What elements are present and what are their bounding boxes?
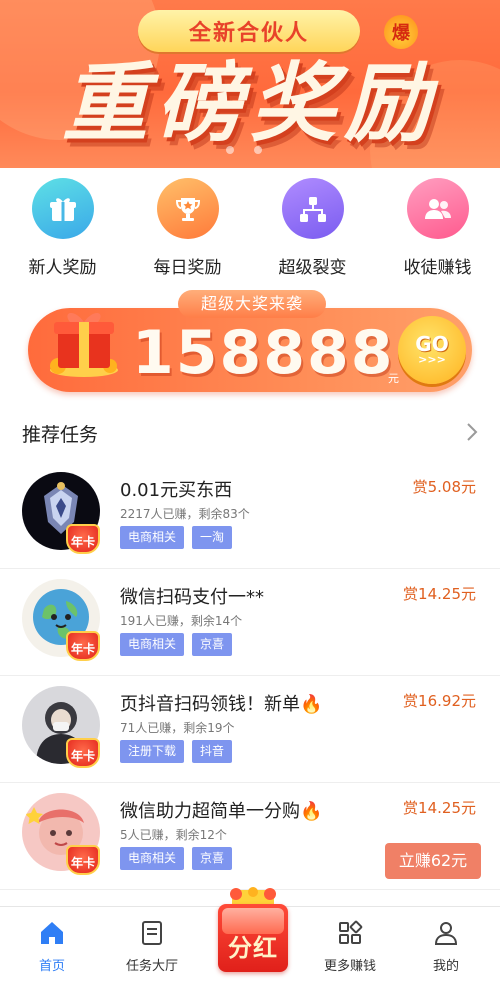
tab-home[interactable]: 首页 (12, 919, 92, 974)
tab-label: 我的 (432, 959, 459, 974)
annual-card-badge: 年卡 (66, 524, 100, 554)
task-tag: 抖音 (192, 740, 233, 763)
section-title: 推荐任务 (22, 424, 99, 446)
task-meta: 71人已赚，剩余19个 (120, 721, 235, 735)
home-icon (41, 922, 63, 944)
annual-card-badge: 年卡 (66, 631, 100, 661)
annual-card-badge: 年卡 (66, 738, 100, 768)
network-icon (281, 178, 344, 239)
quick-item-apprentice[interactable]: 收徒赚钱 (375, 178, 500, 278)
annual-card-badge: 年卡 (66, 845, 100, 875)
jackpot-unit: 元 (388, 372, 399, 385)
task-tags: 电商相关 一淘 (120, 526, 233, 549)
quick-item-daily[interactable]: 每日奖励 (125, 178, 250, 278)
banner-title: 重磅奖励 (62, 54, 438, 154)
task-title: 微信助力超简单一分购🔥 (120, 801, 323, 822)
top-banner[interactable]: 全新合伙人 爆 重磅奖励 (0, 0, 500, 168)
task-meta: 191人已赚，剩余14个 (120, 614, 243, 628)
task-tag: 电商相关 (120, 526, 185, 549)
task-tag: 注册下载 (120, 740, 185, 763)
carousel-dot[interactable] (226, 146, 234, 154)
hot-badge: 爆 (384, 15, 418, 49)
go-arrows: >>> (418, 353, 446, 366)
dividend-button[interactable]: 分红 (218, 884, 288, 974)
users-icon (406, 178, 469, 239)
task-row[interactable]: 年卡 微信扫码支付一** 191人已赚，剩余14个 电商相关 京喜 赏14.25… (0, 569, 500, 676)
go-label: GO (415, 332, 449, 356)
quick-actions: 新人奖励 每日奖励 超级裂变 收徒赚钱 (0, 178, 500, 278)
quick-item-newcomer[interactable]: 新人奖励 (0, 178, 125, 278)
carousel-dot[interactable] (254, 146, 262, 154)
task-reward: 赏5.08元 (412, 478, 476, 496)
quick-label: 收徒赚钱 (403, 258, 472, 278)
user-icon (434, 922, 458, 945)
chevron-right-icon[interactable] (462, 420, 482, 444)
document-icon (142, 921, 162, 945)
task-reward: 赏14.25元 (403, 799, 476, 817)
jackpot-tag: 超级大奖来袭 (178, 290, 326, 318)
task-title: 页抖音扫码领钱！新单🔥 (120, 694, 323, 715)
task-title: 0.01元买东西 (120, 480, 233, 501)
task-meta: 5人已赚，剩余12个 (120, 828, 227, 842)
task-tags: 注册下载 抖音 (120, 740, 233, 763)
quick-label: 超级裂变 (278, 258, 347, 278)
banner-pill: 全新合伙人 (138, 10, 360, 52)
tab-label: 任务大厅 (125, 959, 178, 974)
tab-more-earn[interactable]: 更多赚钱 (310, 919, 390, 974)
gift-icon (31, 178, 94, 239)
task-tag: 电商相关 (120, 633, 185, 656)
task-tags: 电商相关 京喜 (120, 847, 233, 870)
tab-me[interactable]: 我的 (406, 919, 486, 974)
earn-now-button[interactable]: 立赚62元 (385, 843, 481, 879)
tab-label: 更多赚钱 (323, 959, 376, 974)
carousel-dots[interactable] (226, 146, 262, 154)
task-title: 微信扫码支付一** (120, 587, 264, 608)
jackpot-amount: 158888 (132, 318, 395, 388)
go-button[interactable]: GO >>> (398, 316, 466, 384)
quick-item-fission[interactable]: 超级裂变 (250, 178, 375, 278)
quick-label: 新人奖励 (28, 258, 97, 278)
task-tags: 电商相关 京喜 (120, 633, 233, 656)
tab-label: 首页 (38, 959, 65, 974)
task-tag: 京喜 (192, 847, 233, 870)
dividend-label: 分红 (228, 934, 278, 962)
apps-icon (339, 920, 363, 944)
task-row[interactable]: 年卡 微信助力超简单一分购🔥 5人已赚，剩余12个 电商相关 京喜 赏14.25… (0, 783, 500, 890)
task-tag: 一淘 (192, 526, 233, 549)
task-reward: 赏16.92元 (403, 692, 476, 710)
task-tag: 电商相关 (120, 847, 185, 870)
gift-box-icon (50, 312, 118, 377)
task-row[interactable]: 年卡 0.01元买东西 2217人已赚，剩余83个 电商相关 一淘 赏5.08元 (0, 462, 500, 569)
task-meta: 2217人已赚，剩余83个 (120, 507, 250, 521)
trophy-icon (156, 178, 219, 239)
task-row[interactable]: 年卡 页抖音扫码领钱！新单🔥 71人已赚，剩余19个 注册下载 抖音 赏16.9… (0, 676, 500, 783)
task-tag: 京喜 (192, 633, 233, 656)
quick-label: 每日奖励 (153, 258, 222, 278)
tab-task-hall[interactable]: 任务大厅 (112, 919, 192, 974)
task-reward: 赏14.25元 (403, 585, 476, 603)
recommended-tasks-header[interactable]: 推荐任务 (0, 412, 500, 456)
